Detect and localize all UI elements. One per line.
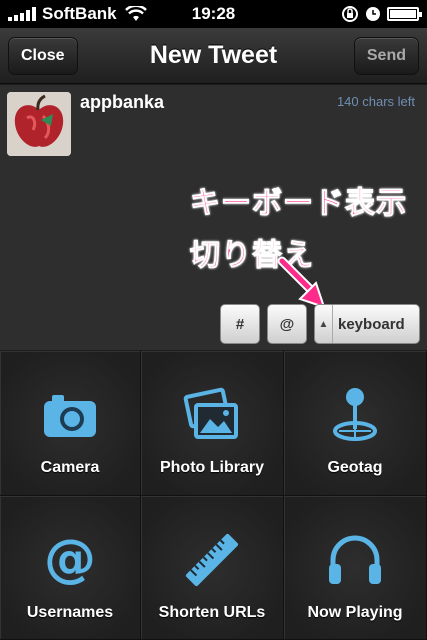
camera-label: Camera (40, 459, 100, 476)
geotag-icon (333, 388, 377, 441)
compose-area[interactable]: appbanka 140 chars left キーボード表示 切り替え # @… (0, 85, 427, 350)
rotation-lock-icon (342, 6, 358, 22)
status-bar: SoftBank 19:28 (0, 0, 427, 28)
wifi-icon (124, 6, 147, 21)
now-playing-button[interactable]: Now Playing (284, 496, 427, 640)
usernames-label: Usernames (26, 604, 114, 621)
username: appbanka (80, 92, 165, 112)
signal-strength-icon (8, 7, 36, 21)
shorten-urls-label: Shorten URLs (158, 604, 266, 621)
keyboard-button-label: keyboard (338, 315, 405, 333)
photo-library-icon (183, 387, 238, 439)
geotag-button[interactable]: Geotag (284, 351, 427, 496)
page-title: New Tweet (149, 41, 278, 69)
avatar (7, 92, 71, 156)
carrier-name: SoftBank (42, 4, 117, 23)
usernames-button[interactable]: @ Usernames (0, 496, 141, 640)
photo-library-button[interactable]: Photo Library (141, 351, 284, 496)
shorten-urls-button[interactable]: Shorten URLs (141, 496, 284, 640)
geotag-label: Geotag (327, 459, 383, 476)
character-counter: 140 chars left (336, 94, 415, 109)
send-button[interactable]: Send (353, 37, 419, 75)
at-icon: @ (44, 530, 96, 589)
now-playing-label: Now Playing (307, 604, 403, 621)
apple-avatar-icon (7, 92, 71, 156)
triangle-up-icon: ▲ (315, 305, 333, 343)
attachment-toolbar: Camera Photo Library Geotag @ Usernames (0, 351, 427, 640)
ruler-icon (185, 533, 239, 587)
svg-text:@: @ (44, 530, 96, 589)
battery-icon (387, 7, 422, 21)
close-button[interactable]: Close (8, 37, 78, 75)
photo-library-label: Photo Library (159, 459, 264, 476)
camera-icon (44, 395, 96, 437)
alarm-clock-icon (366, 7, 380, 21)
mention-button[interactable]: @ (267, 304, 307, 344)
headphones-icon (329, 535, 381, 584)
annotation-text: キーボード表示 (190, 187, 407, 221)
navigation-bar: Close New Tweet Send (0, 28, 427, 84)
camera-button[interactable]: Camera (0, 351, 141, 496)
keyboard-toggle-button[interactable]: ▲ keyboard (314, 304, 420, 344)
hashtag-button[interactable]: # (220, 304, 260, 344)
